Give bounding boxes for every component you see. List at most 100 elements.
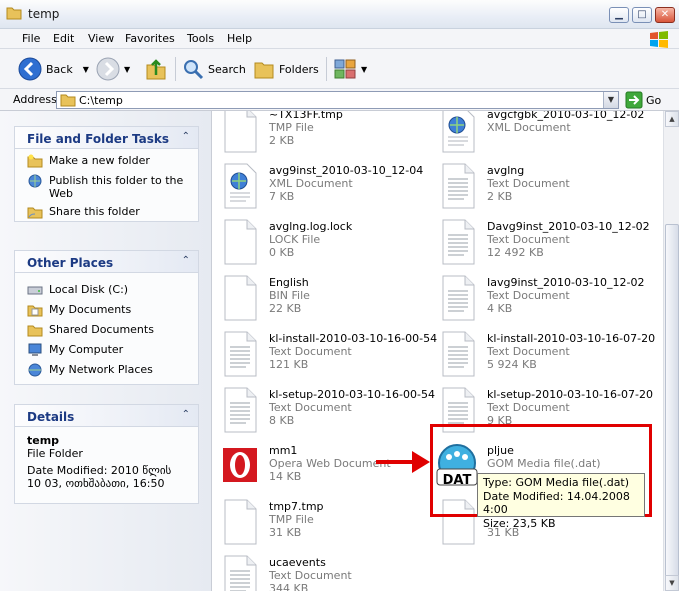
file-type: Text Document: [269, 401, 352, 414]
menu-bar: File Edit View Favorites Tools Help: [0, 29, 679, 49]
file-size: 9 KB: [487, 414, 513, 427]
file-name: Iavg9inst_2010-03-10_12-02: [487, 276, 645, 289]
place-label: My Documents: [49, 303, 132, 316]
xml-document-icon: [440, 111, 476, 153]
file-type: Text Document: [487, 177, 570, 190]
menu-file[interactable]: File: [22, 32, 40, 45]
panel-header[interactable]: File and Folder Tasks ⌃: [15, 127, 198, 149]
menu-help[interactable]: Help: [227, 32, 252, 45]
panel-title: Other Places: [27, 256, 114, 270]
go-button[interactable]: Go: [625, 91, 661, 109]
forward-button[interactable]: ▼: [96, 57, 130, 81]
address-input[interactable]: C:\temp ▼: [56, 91, 619, 109]
blank-file-icon: [222, 111, 258, 153]
text-document-icon: [440, 219, 476, 265]
address-label: Address: [13, 93, 57, 106]
place-label: Local Disk (C:): [49, 283, 129, 296]
file-item[interactable]: avgcfgbk_2010-03-10_12-02 XML Document: [430, 111, 645, 155]
place-my-documents[interactable]: My Documents: [15, 303, 198, 317]
up-folder-button[interactable]: [144, 57, 168, 81]
place-label: My Network Places: [49, 363, 153, 376]
file-item[interactable]: kl-install-2010-03-10-16-00-54 Text Docum…: [212, 329, 437, 379]
folder-icon: [6, 7, 22, 20]
text-document-icon: [440, 275, 476, 321]
chevron-down-icon[interactable]: ▼: [83, 65, 89, 74]
file-size: 2 KB: [269, 134, 295, 147]
file-item[interactable]: avglng Text Document 2 KB: [430, 161, 645, 211]
file-name: kl-setup-2010-03-10-16-07-20: [487, 388, 653, 401]
maximize-button[interactable]: □: [632, 7, 652, 23]
back-button[interactable]: Back ▼: [18, 57, 89, 81]
file-type: Text Document: [487, 401, 570, 414]
file-item[interactable]: kl-setup-2010-03-10-16-00-54 Text Documen…: [212, 385, 435, 435]
tooltip-type: Type: GOM Media file(.dat): [483, 476, 630, 489]
task-share-folder[interactable]: Share this folder: [15, 205, 198, 219]
go-label: Go: [646, 93, 662, 107]
chevron-down-icon[interactable]: ▼: [124, 65, 130, 74]
place-my-computer[interactable]: My Computer: [15, 343, 198, 356]
file-name: avglng.log.lock: [269, 220, 353, 233]
blank-file-icon: [222, 219, 258, 265]
file-item[interactable]: avg9inst_2010-03-10_12-04 XML Document 7 K…: [212, 161, 427, 211]
task-make-new-folder[interactable]: Make a new folder: [15, 154, 198, 168]
file-name: kl-install-2010-03-10-16-00-54: [269, 332, 438, 345]
details-kind: File Folder: [27, 447, 83, 460]
file-name: ~TX13FF.tmp: [269, 111, 343, 121]
place-shared-documents[interactable]: Shared Documents: [15, 323, 198, 337]
file-type: LOCK File: [269, 233, 321, 246]
file-item[interactable]: kl-setup-2010-03-10-16-07-20 Text Documen…: [430, 385, 653, 435]
file-type: Text Document: [269, 569, 352, 582]
windows-logo-icon: [650, 31, 668, 48]
views-button[interactable]: ▼: [333, 57, 367, 81]
red-arrow-annotation: [376, 451, 430, 473]
close-button[interactable]: ✕: [655, 7, 675, 23]
address-dropdown-button[interactable]: ▼: [603, 92, 618, 108]
folders-button[interactable]: Folders: [253, 57, 319, 81]
search-button[interactable]: Search: [182, 57, 246, 81]
menu-edit[interactable]: Edit: [53, 32, 74, 45]
collapse-chevron-icon[interactable]: ⌃: [182, 409, 190, 420]
address-value: C:\temp: [79, 94, 123, 107]
file-item[interactable]: tmp7.tmp TMP File 31 KB: [212, 497, 427, 547]
menu-tools[interactable]: Tools: [187, 32, 214, 45]
file-item[interactable]: avglng.log.lock LOCK File 0 KB: [212, 217, 427, 267]
task-publish-to-web[interactable]: Publish this folder to the Web: [15, 174, 198, 200]
collapse-chevron-icon[interactable]: ⌃: [182, 131, 190, 142]
task-label: Publish this folder to the Web: [49, 174, 184, 200]
file-type: BIN File: [269, 289, 310, 302]
xml-document-icon: [222, 163, 258, 209]
task-label: Share this folder: [49, 205, 140, 218]
collapse-chevron-icon[interactable]: ⌃: [182, 255, 190, 266]
panel-header[interactable]: Other Places ⌃: [15, 251, 198, 273]
vertical-scrollbar[interactable]: ▲ ▼: [663, 111, 679, 591]
toolbar-separator: [175, 57, 176, 81]
chevron-down-icon[interactable]: ▼: [361, 65, 367, 74]
share-folder-icon: [27, 207, 43, 219]
window-title: temp: [28, 7, 60, 21]
text-document-icon: [440, 387, 476, 433]
file-type: GOM Media file(.dat): [487, 457, 601, 470]
file-item[interactable]: Davg9inst_2010-03-10_12-02 Text Document 1…: [430, 217, 650, 267]
file-item[interactable]: ~TX13FF.tmp TMP File 2 KB: [212, 111, 427, 155]
menu-favorites[interactable]: Favorites: [125, 32, 175, 45]
file-item[interactable]: English BIN File 22 KB: [212, 273, 427, 323]
tooltip-modified: Date Modified: 14.04.2008 4:00: [483, 489, 630, 517]
panel-header[interactable]: Details ⌃: [15, 405, 198, 427]
place-my-network-places[interactable]: My Network Places: [15, 363, 198, 377]
file-type: Opera Web Document: [269, 457, 391, 470]
minimize-button[interactable]: ▁: [609, 7, 629, 23]
menu-view[interactable]: View: [88, 32, 114, 45]
scroll-up-button[interactable]: ▲: [665, 111, 679, 127]
file-item[interactable]: kl-install-2010-03-10-16-07-20 Text Docum…: [430, 329, 655, 379]
hard-disk-icon: [27, 286, 43, 295]
file-item[interactable]: Iavg9inst_2010-03-10_12-02 Text Document 4…: [430, 273, 645, 323]
up-folder-icon: [146, 59, 166, 80]
place-local-disk[interactable]: Local Disk (C:): [15, 283, 198, 296]
scroll-thumb[interactable]: [665, 224, 679, 588]
scroll-down-button[interactable]: ▼: [665, 575, 679, 591]
place-label: My Computer: [49, 343, 124, 356]
file-type: Text Document: [487, 345, 570, 358]
file-size: 344 KB: [269, 582, 309, 591]
file-item[interactable]: ucaevents Text Document 344 KB: [212, 553, 427, 591]
other-places-panel: Other Places ⌃ Local Disk (C:) My Docume…: [14, 250, 199, 385]
